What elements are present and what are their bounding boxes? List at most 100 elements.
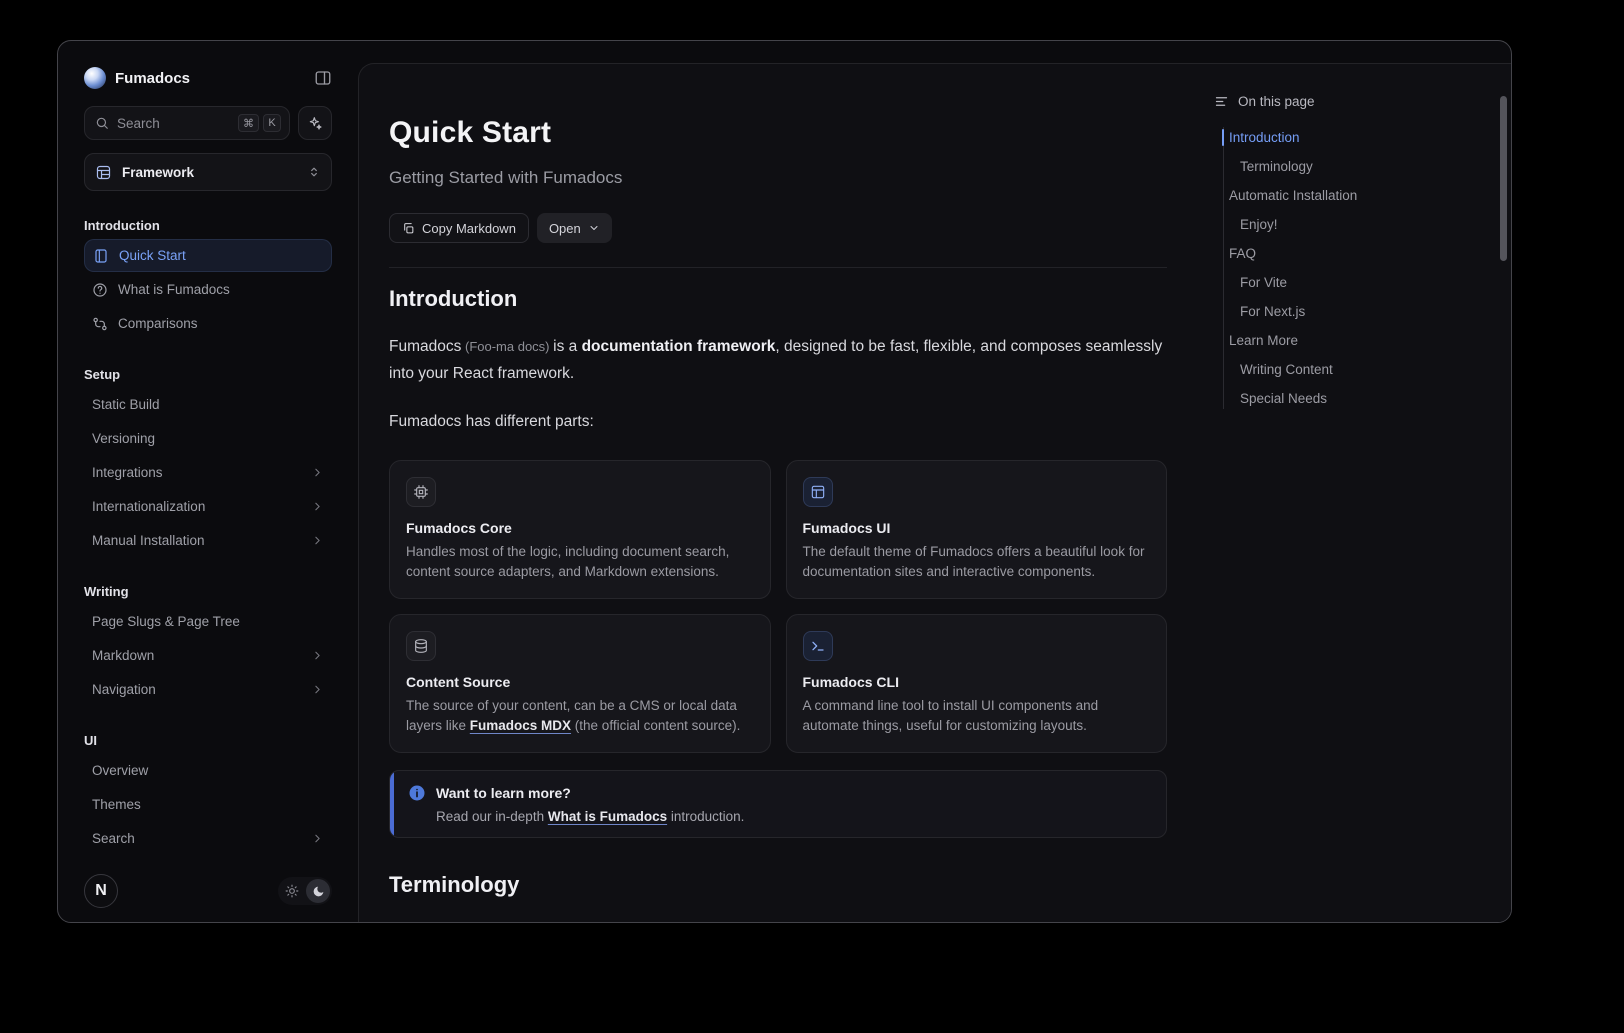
card-title: Content Source — [406, 674, 754, 690]
sidebar-item-internationalization[interactable]: Internationalization — [84, 490, 332, 523]
fumadocs-logo-icon — [84, 67, 106, 89]
toc-item-for-nextjs[interactable]: For Next.js — [1214, 297, 1494, 326]
framework-selector-label: Framework — [122, 165, 307, 180]
sidebar-item-quick-start[interactable]: Quick Start — [84, 239, 332, 272]
sidebar-item-static-build[interactable]: Static Build — [84, 388, 332, 421]
cpu-icon — [406, 477, 436, 507]
sidebar-item-what-is-fumadocs[interactable]: What is Fumadocs — [84, 273, 332, 306]
sidebar-item-label: Static Build — [92, 397, 160, 412]
sidebar: Fumadocs Search ⌘ K — [58, 41, 358, 922]
sidebar-item-markdown[interactable]: Markdown — [84, 639, 332, 672]
terminology-paragraph: Markdown/MDX: Markdown is a markup langu… — [389, 918, 1167, 922]
app-window: Fumadocs Search ⌘ K — [57, 40, 1512, 923]
sidebar-item-label: Integrations — [92, 465, 163, 480]
text: is a — [553, 338, 581, 355]
terminal-icon — [803, 631, 833, 661]
card-description: The default theme of Fumadocs offers a b… — [803, 542, 1151, 582]
card-description: A command line tool to install UI compon… — [803, 696, 1151, 736]
card-title: Fumadocs Core — [406, 520, 754, 536]
search-input[interactable]: Search ⌘ K — [84, 106, 290, 140]
toc-item-introduction[interactable]: Introduction — [1214, 123, 1494, 152]
toc-item-writing-content[interactable]: Writing Content — [1214, 355, 1494, 384]
sidebar-item-manual-installation[interactable]: Manual Installation — [84, 524, 332, 557]
info-icon — [408, 784, 426, 802]
nextjs-avatar[interactable]: N — [84, 874, 118, 908]
toc-item-learn-more[interactable]: Learn More — [1214, 326, 1494, 355]
open-button[interactable]: Open — [537, 213, 612, 243]
sidebar-item-search[interactable]: Search — [84, 822, 332, 855]
text: Fumadocs — [389, 338, 461, 355]
copy-markdown-button[interactable]: Copy Markdown — [389, 213, 529, 243]
sidebar-item-label: What is Fumadocs — [118, 282, 230, 297]
toc-item-terminology[interactable]: Terminology — [1214, 152, 1494, 181]
book-icon — [93, 248, 109, 264]
parts-paragraph: Fumadocs has different parts: — [389, 409, 1167, 436]
article: Quick Start Getting Started with Fumadoc… — [389, 116, 1167, 922]
sidebar-item-label: Themes — [92, 797, 141, 812]
card-content-source[interactable]: Content Source The source of your conten… — [389, 614, 771, 753]
toc-list: Introduction Terminology Automatic Insta… — [1214, 123, 1494, 413]
sidebar-group-setup: Setup — [84, 367, 332, 382]
toc-item-enjoy[interactable]: Enjoy! — [1214, 210, 1494, 239]
copy-icon — [402, 222, 415, 235]
fumadocs-mdx-link[interactable]: Fumadocs MDX — [470, 718, 571, 733]
page-actions: Copy Markdown Open — [389, 213, 1167, 243]
callout-title: Want to learn more? — [436, 785, 571, 801]
page-title: Quick Start — [389, 116, 1167, 150]
chevron-right-icon — [311, 649, 324, 662]
bold-text: documentation framework — [582, 338, 776, 355]
card-fumadocs-ui[interactable]: Fumadocs UI The default theme of Fumadoc… — [786, 460, 1168, 599]
sidebar-item-label: Markdown — [92, 648, 154, 663]
help-circle-icon — [92, 282, 108, 298]
text: (the official content source). — [571, 718, 740, 733]
database-icon — [406, 631, 436, 661]
divider — [389, 267, 1167, 268]
sidebar-header: Fumadocs — [84, 63, 332, 93]
text: Read our in-depth — [436, 809, 548, 824]
sidebar-item-label: Overview — [92, 763, 148, 778]
framework-icon — [95, 164, 112, 181]
toc-item-for-vite[interactable]: For Vite — [1214, 268, 1494, 297]
ai-search-button[interactable] — [298, 106, 332, 140]
theme-toggle[interactable] — [278, 877, 332, 905]
sun-icon[interactable] — [280, 879, 304, 903]
sidebar-item-label: Search — [92, 831, 135, 846]
scrollbar-thumb[interactable] — [1500, 96, 1507, 261]
sidebar-collapse-icon[interactable] — [314, 69, 332, 87]
sidebar-item-overview[interactable]: Overview — [84, 754, 332, 787]
chevron-down-icon — [588, 222, 600, 234]
card-fumadocs-cli[interactable]: Fumadocs CLI A command line tool to inst… — [786, 614, 1168, 753]
layout-icon — [803, 477, 833, 507]
intro-paragraph: Fumadocs (Foo-ma docs) is a documentatio… — [389, 334, 1167, 387]
toc-item-special-needs[interactable]: Special Needs — [1214, 384, 1494, 413]
sidebar-item-label: Quick Start — [119, 248, 186, 263]
sidebar-item-label: Versioning — [92, 431, 155, 446]
callout-body: Read our in-depth What is Fumadocs intro… — [408, 809, 1150, 824]
framework-selector[interactable]: Framework — [84, 153, 332, 191]
sidebar-item-integrations[interactable]: Integrations — [84, 456, 332, 489]
sidebar-item-themes[interactable]: Themes — [84, 788, 332, 821]
card-description: Handles most of the logic, including doc… — [406, 542, 754, 582]
card-fumadocs-core[interactable]: Fumadocs Core Handles most of the logic,… — [389, 460, 771, 599]
toc-item-automatic-installation[interactable]: Automatic Installation — [1214, 181, 1494, 210]
sidebar-footer: N — [84, 874, 332, 908]
sidebar-item-versioning[interactable]: Versioning — [84, 422, 332, 455]
sparkles-icon — [307, 115, 323, 131]
what-is-fumadocs-link[interactable]: What is Fumadocs — [548, 809, 667, 824]
toc-item-faq[interactable]: FAQ — [1214, 239, 1494, 268]
info-callout: Want to learn more? Read our in-depth Wh… — [389, 770, 1167, 838]
chevron-right-icon — [311, 832, 324, 845]
sidebar-item-navigation[interactable]: Navigation — [84, 673, 332, 706]
sidebar-item-comparisons[interactable]: Comparisons — [84, 307, 332, 340]
card-title: Fumadocs CLI — [803, 674, 1151, 690]
kbd-k: K — [263, 114, 281, 132]
sidebar-item-label: Manual Installation — [92, 533, 205, 548]
toc-title: On this page — [1238, 94, 1315, 109]
sidebar-item-label: Internationalization — [92, 499, 205, 514]
sidebar-item-page-slugs[interactable]: Page Slugs & Page Tree — [84, 605, 332, 638]
sidebar-group-introduction: Introduction — [84, 218, 332, 233]
chevron-right-icon — [311, 534, 324, 547]
page-panel: Quick Start Getting Started with Fumadoc… — [358, 63, 1511, 922]
table-of-contents: On this page Introduction Terminology Au… — [1214, 94, 1494, 413]
moon-icon[interactable] — [306, 879, 330, 903]
